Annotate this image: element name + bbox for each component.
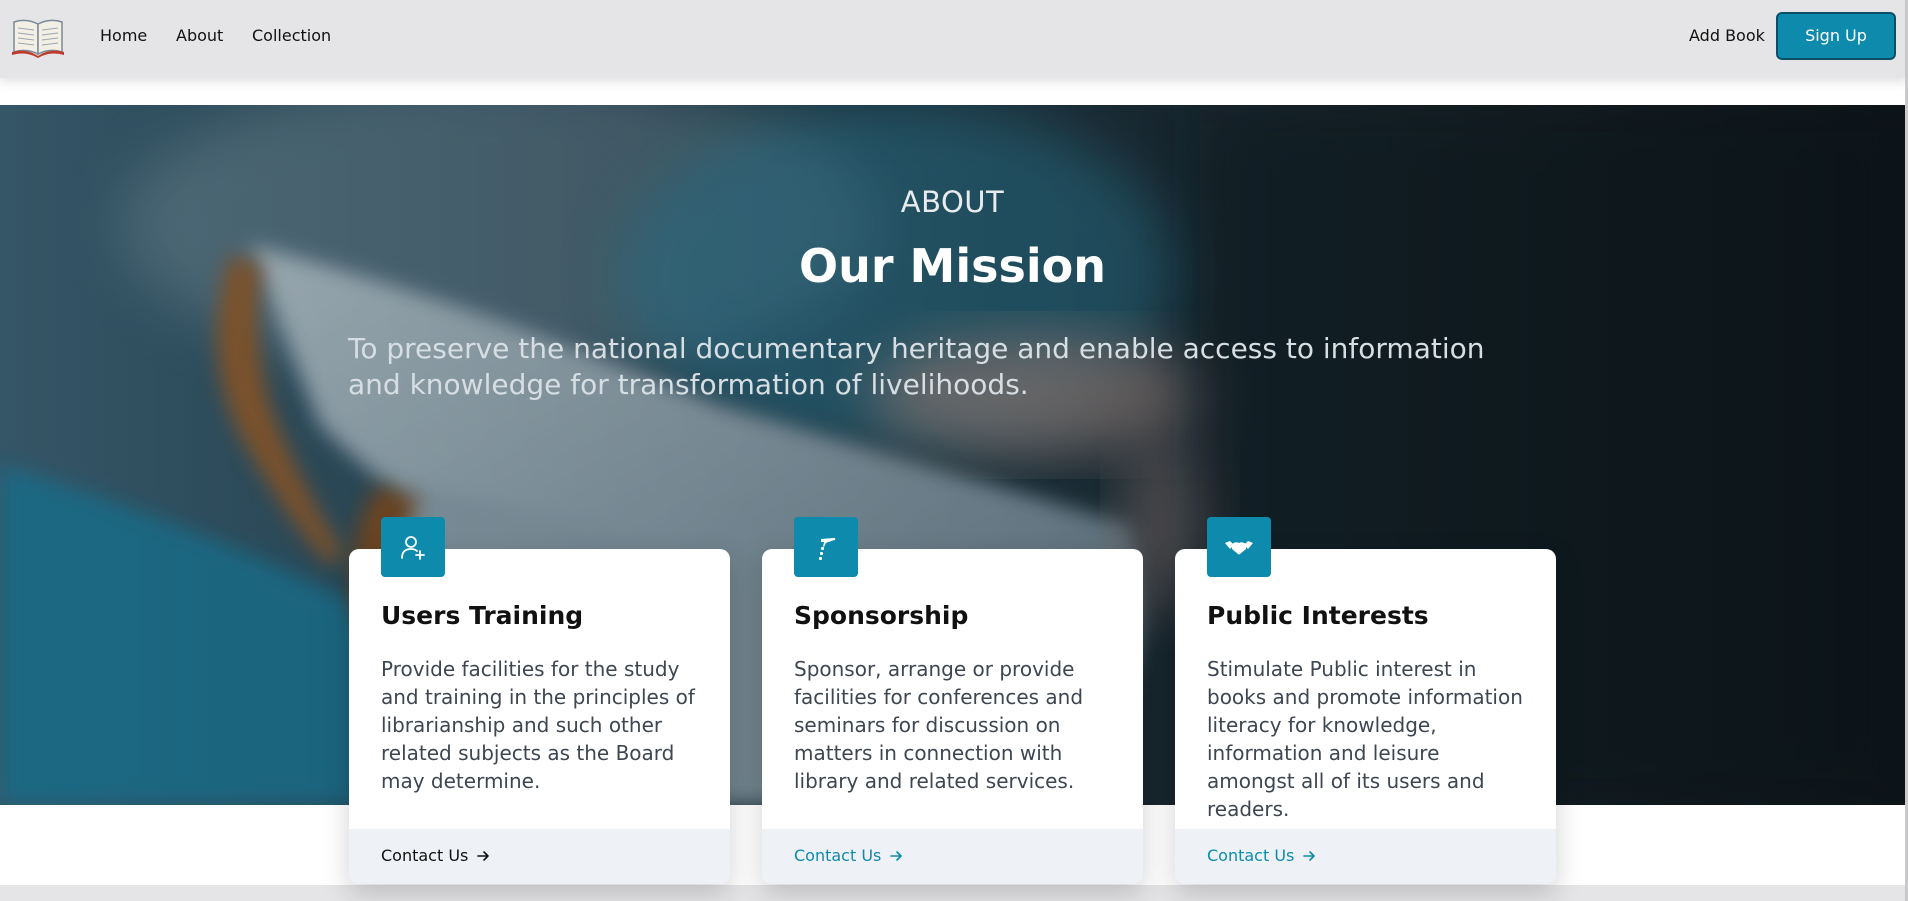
card-text: Provide facilities for the study and tra… [381, 657, 695, 793]
contact-us-link[interactable]: Contact Us [794, 846, 903, 865]
nav-collection-link[interactable]: Collection [252, 26, 331, 45]
hero-mission-text: To preserve the national documentary her… [348, 332, 1485, 401]
contact-us-label: Contact Us [1207, 846, 1295, 865]
nav-about-link[interactable]: About [176, 26, 223, 45]
arrow-right-icon [477, 850, 490, 861]
card-title: Public Interests [1207, 601, 1429, 630]
card-public-interests: Public Interests Stimulate Public intere… [1175, 517, 1556, 884]
card-title: Sponsorship [794, 601, 969, 630]
user-plus-icon [381, 517, 445, 577]
navbar: Home About Collection Add Book Sign Up [0, 0, 1908, 78]
arrow-right-icon [1303, 850, 1316, 861]
card-sponsorship: Sponsorship Sponsor, arrange or provide … [762, 517, 1143, 884]
hero-eyebrow: ABOUT [900, 185, 1005, 219]
card-title: Users Training [381, 601, 584, 630]
sign-up-button[interactable]: Sign Up [1776, 12, 1896, 60]
card-text: Stimulate Public interest in books and p… [1207, 657, 1523, 821]
contact-us-link[interactable]: Contact Us [381, 846, 490, 865]
sponsor-hand-icon [794, 517, 858, 577]
add-book-link[interactable]: Add Book [1689, 26, 1765, 45]
handshake-icon [1207, 517, 1271, 577]
page-bottom-band [0, 885, 1908, 901]
card-footer: Contact Us [1175, 829, 1556, 884]
card-text: Sponsor, arrange or provide facilities f… [794, 657, 1084, 793]
hero-title: Our Mission [799, 239, 1106, 293]
arrow-right-icon [890, 850, 903, 861]
card-footer: Contact Us [349, 829, 730, 884]
contact-us-link[interactable]: Contact Us [1207, 846, 1316, 865]
card-users-training: Users Training Provide facilities for th… [349, 517, 730, 884]
card-footer: Contact Us [762, 829, 1143, 884]
open-book-icon[interactable] [10, 14, 66, 58]
nav-home-link[interactable]: Home [100, 26, 147, 45]
contact-us-label: Contact Us [794, 846, 882, 865]
contact-us-label: Contact Us [381, 846, 469, 865]
